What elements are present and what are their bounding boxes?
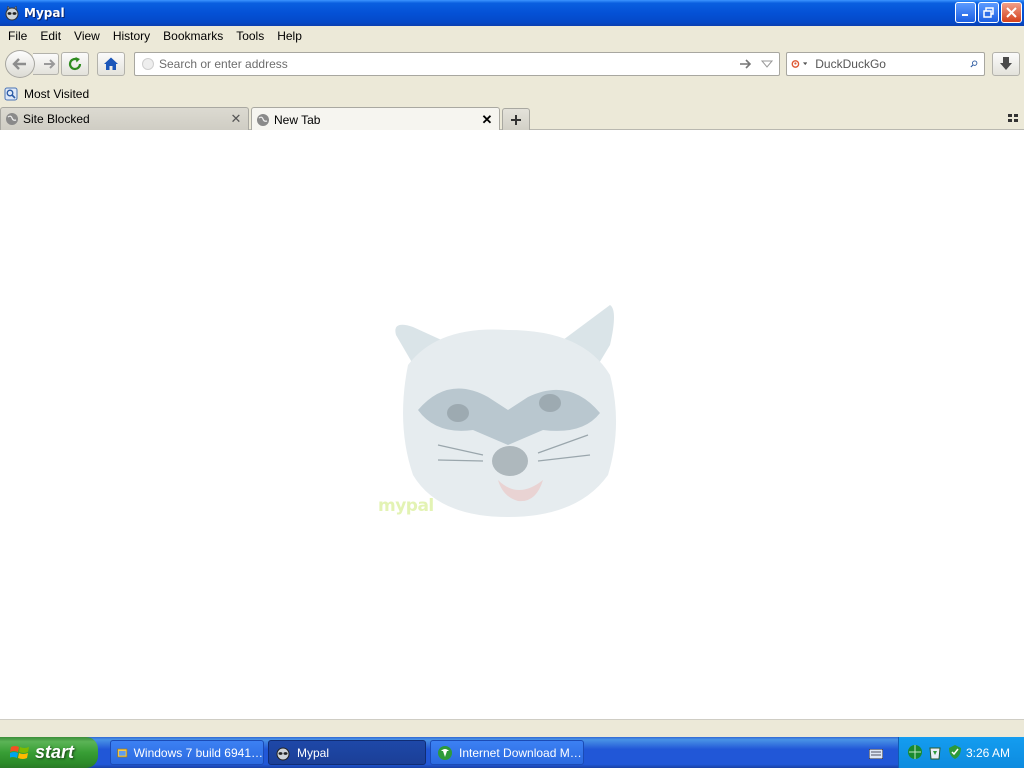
bookmark-label: Most Visited — [24, 87, 90, 101]
search-bar[interactable] — [786, 52, 985, 76]
forward-button[interactable] — [33, 53, 59, 75]
tab-close-icon[interactable]: ✕ — [228, 111, 244, 127]
clock[interactable]: 3:26 AM — [966, 746, 1010, 760]
globe-icon — [257, 113, 269, 126]
task-label: Mypal — [297, 745, 330, 760]
minimize-button[interactable] — [955, 2, 976, 23]
reload-icon — [68, 57, 82, 71]
security-icon[interactable] — [947, 744, 963, 760]
menu-history[interactable]: History — [107, 29, 156, 43]
title-bar[interactable]: Mypal — [0, 0, 1024, 26]
mypal-app-icon — [276, 747, 290, 760]
globe-icon — [6, 113, 18, 125]
downloads-button[interactable] — [992, 52, 1020, 76]
home-button[interactable] — [97, 52, 125, 76]
download-manager-icon — [438, 745, 452, 760]
url-input[interactable] — [159, 54, 739, 74]
menu-bar: File Edit View History Bookmarks Tools H… — [0, 26, 1024, 46]
folder-window-icon — [117, 748, 128, 757]
start-label: start — [35, 742, 75, 762]
page-content: mypal — [0, 130, 1024, 719]
bookmark-most-visited[interactable]: Most Visited — [4, 87, 89, 101]
task-label: Windows 7 build 6941… — [133, 745, 263, 760]
taskbar-item-idm[interactable]: Internet Download M… — [430, 740, 584, 765]
keyboard-icon[interactable] — [869, 749, 883, 759]
status-bar — [0, 719, 1024, 737]
duckduckgo-icon[interactable] — [791, 56, 800, 72]
search-icon[interactable] — [970, 57, 978, 71]
start-button[interactable]: start — [0, 737, 98, 768]
tab-site-blocked[interactable]: Site Blocked ✕ — [0, 107, 249, 130]
taskbar-item-windows7[interactable]: Windows 7 build 6941… — [110, 740, 264, 765]
search-input[interactable] — [815, 54, 971, 74]
smart-folder-icon — [4, 87, 18, 101]
network-icon[interactable] — [907, 744, 923, 760]
system-tray: 3:26 AM — [898, 737, 1024, 768]
restore-icon — [983, 7, 994, 18]
tab-close-icon[interactable]: ✕ — [479, 112, 495, 128]
tab-list-icon[interactable] — [1008, 113, 1018, 123]
back-button[interactable] — [5, 50, 35, 78]
address-bar[interactable] — [134, 52, 780, 76]
tab-label: New Tab — [274, 112, 321, 127]
history-dropdown-icon[interactable] — [761, 59, 773, 69]
minimize-icon — [962, 14, 968, 16]
menu-edit[interactable]: Edit — [34, 29, 67, 43]
close-button[interactable] — [1001, 2, 1022, 23]
tab-new-tab[interactable]: New Tab ✕ — [251, 107, 500, 131]
plus-icon — [511, 114, 521, 125]
task-label: Internet Download M… — [459, 745, 582, 760]
mypal-logo-text: mypal — [378, 496, 434, 516]
bookmarks-toolbar: Most Visited — [0, 82, 1024, 106]
engine-dropdown-icon[interactable] — [802, 61, 808, 67]
navigation-toolbar — [0, 46, 1024, 82]
reload-button[interactable] — [61, 52, 89, 76]
identity-icon — [142, 58, 154, 70]
menu-file[interactable]: File — [2, 29, 33, 43]
restore-button[interactable] — [978, 2, 999, 23]
new-tab-button[interactable] — [502, 108, 530, 130]
windows-taskbar: start Windows 7 build 6941… Mypal Intern… — [0, 737, 1024, 768]
windows-logo-icon — [10, 745, 29, 759]
recycle-icon[interactable] — [927, 744, 943, 760]
taskbar-item-mypal[interactable]: Mypal — [268, 740, 426, 765]
menu-view[interactable]: View — [68, 29, 106, 43]
download-icon — [1000, 57, 1012, 70]
menu-help[interactable]: Help — [271, 29, 308, 43]
menu-tools[interactable]: Tools — [230, 29, 270, 43]
arrow-left-icon — [12, 58, 26, 70]
home-icon — [104, 57, 118, 70]
mypal-app-icon — [5, 5, 19, 21]
close-icon — [1006, 7, 1017, 18]
tab-strip: Site Blocked ✕ New Tab ✕ — [0, 106, 1024, 131]
arrow-right-icon — [43, 59, 55, 69]
menu-bookmarks[interactable]: Bookmarks — [157, 29, 229, 43]
window-controls — [955, 2, 1022, 23]
go-arrow-icon[interactable] — [739, 58, 753, 70]
window-title: Mypal — [24, 6, 65, 20]
tab-label: Site Blocked — [23, 112, 90, 126]
